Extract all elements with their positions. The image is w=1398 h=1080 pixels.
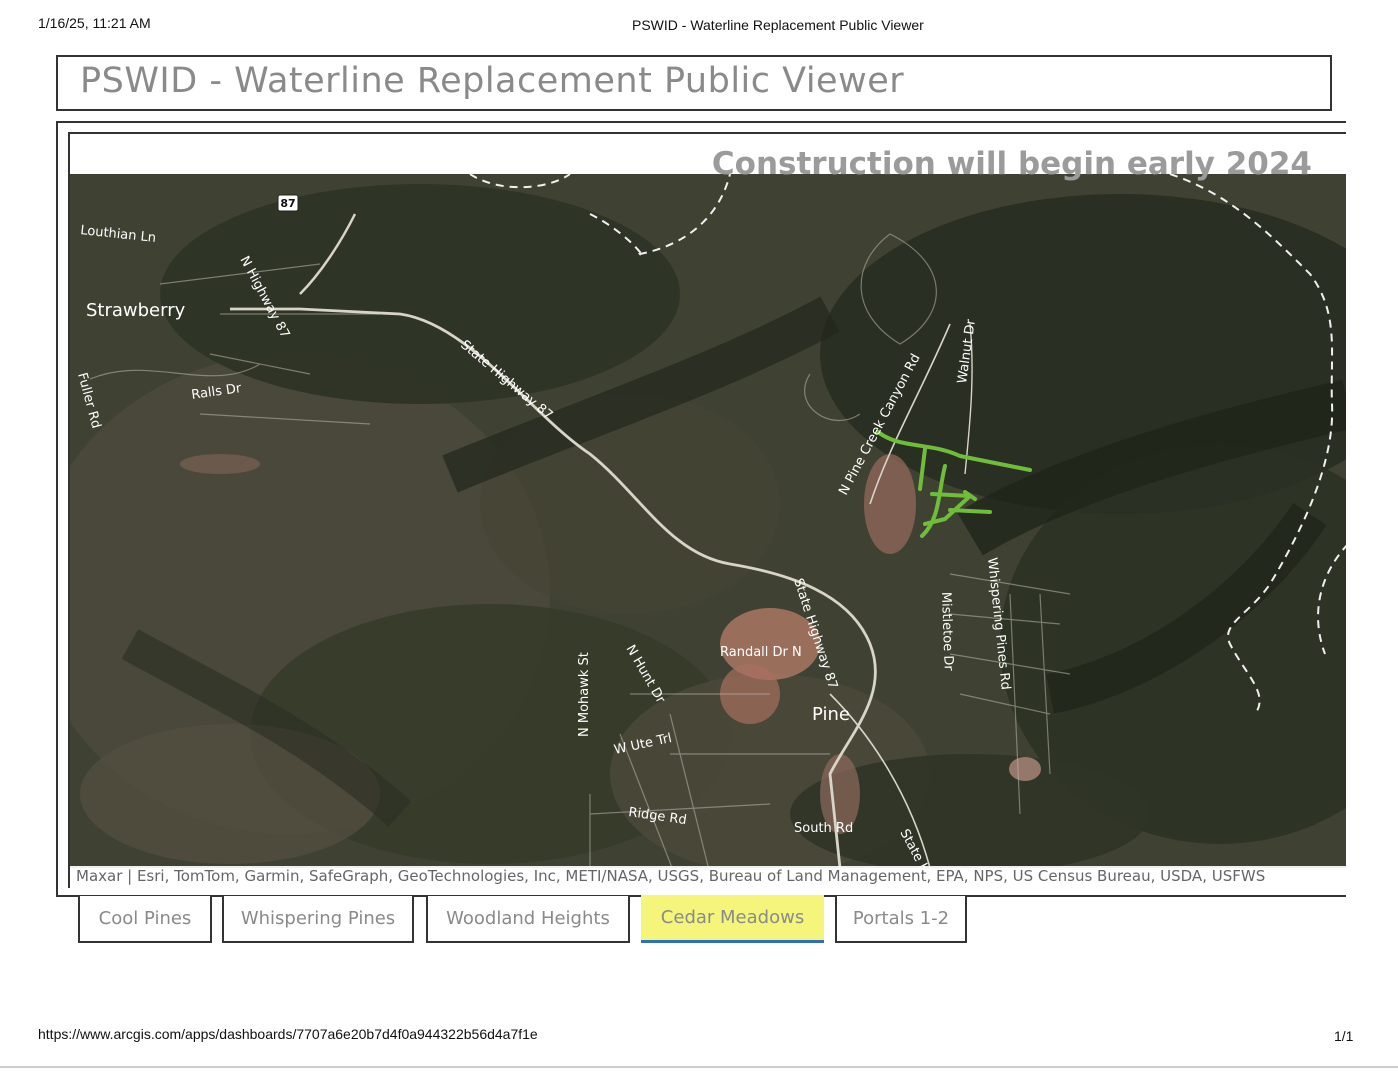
place-label-pine: Pine <box>812 704 850 725</box>
tab-woodland-heights[interactable]: Woodland Heights <box>426 895 630 943</box>
dashboard-title: PSWID - Waterline Replacement Public Vie… <box>80 61 905 101</box>
road-label: Randall Dr N <box>720 645 802 660</box>
print-page-title: PSWID - Waterline Replacement Public Vie… <box>632 17 924 33</box>
map-view[interactable]: 87 Louthian Ln N Highway 87 Strawberry S… <box>70 174 1346 868</box>
print-url: https://www.arcgis.com/apps/dashboards/7… <box>38 1026 538 1042</box>
footer-divider <box>0 1066 1398 1068</box>
road-label: South Rd <box>794 821 853 836</box>
tab-portals-1-2[interactable]: Portals 1-2 <box>835 895 967 943</box>
construction-notice: Construction will begin early 2024 <box>711 146 1312 182</box>
road-label: N Mohawk St <box>577 652 592 737</box>
road-label: Mistletoe Dr <box>938 592 956 672</box>
tab-cedar-meadows[interactable]: Cedar Meadows <box>641 895 824 943</box>
satellite-basemap[interactable]: 87 Louthian Ln N Highway 87 Strawberry S… <box>70 174 1346 868</box>
print-date: 1/16/25, 11:21 AM <box>38 15 151 31</box>
dashboard-header: PSWID - Waterline Replacement Public Vie… <box>56 55 1332 111</box>
highway-shield-label: 87 <box>280 197 295 210</box>
map-panel: Construction will begin early 2024 87 Lo… <box>68 132 1346 888</box>
print-page-number: 1/1 <box>1334 1028 1354 1044</box>
place-label-strawberry: Strawberry <box>86 300 186 321</box>
highway-87-shield-icon: 87 <box>277 194 299 212</box>
tab-whispering-pines[interactable]: Whispering Pines <box>222 895 414 943</box>
tab-cool-pines[interactable]: Cool Pines <box>78 895 212 943</box>
map-attribution: Maxar | Esri, TomTom, Garmin, SafeGraph,… <box>70 866 1346 888</box>
